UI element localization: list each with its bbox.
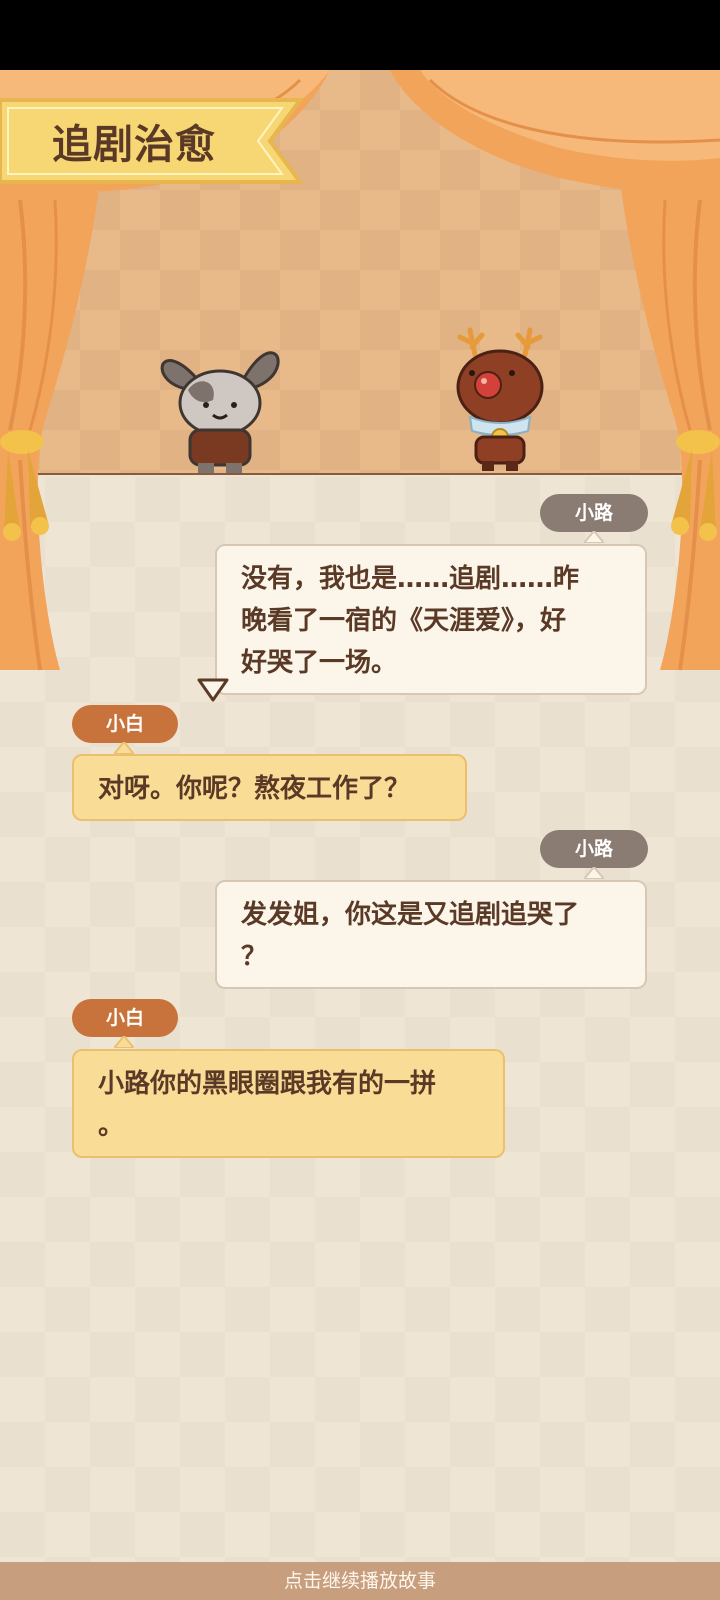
continue-arrow-icon	[197, 678, 229, 702]
message-bubble-3[interactable]: 发发姐，你这是又追剧追哭了 ？	[215, 880, 647, 989]
message-bubble-2[interactable]: 对呀。你呢？熬夜工作了？	[72, 754, 467, 821]
bunny-character	[160, 351, 280, 473]
bubble-pointer	[114, 1036, 134, 1048]
continue-story-hint[interactable]: 点击继续播放故事	[0, 1562, 720, 1600]
speaker-tag-xiaobai: 小白	[72, 999, 178, 1037]
speaker-tag-xiaolu: 小路	[540, 830, 648, 868]
bubble-pointer	[584, 531, 604, 543]
speaker-tag-xiaobai: 小白	[72, 705, 178, 743]
page-title: 追剧治愈	[52, 122, 216, 168]
curtain-left	[0, 180, 100, 671]
message-bubble-4[interactable]: 小路你的黑眼圈跟我有的一拼 。	[72, 1049, 505, 1158]
status-bar	[0, 0, 720, 70]
message-bubble-1[interactable]: 没有，我也是……追剧……昨 晚看了一宿的《天涯爱》，好 好哭了一场。	[215, 544, 647, 695]
bubble-pointer	[114, 742, 134, 754]
speaker-tag-xiaolu: 小路	[540, 494, 648, 532]
bubble-pointer	[584, 867, 604, 879]
reindeer-character	[456, 327, 544, 471]
